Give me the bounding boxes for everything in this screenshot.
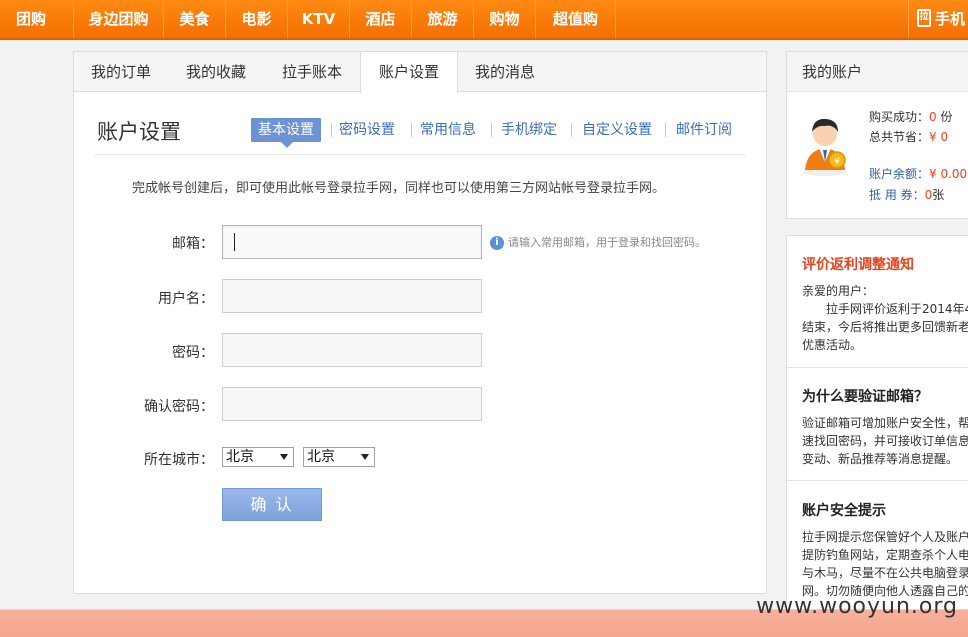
confirm-password-field[interactable] xyxy=(222,387,482,421)
subtab-separator xyxy=(331,123,332,137)
password-field[interactable] xyxy=(222,333,482,367)
notice-divider xyxy=(787,480,968,481)
notice-rebate-line: 结束，今后将推出更多回馈新老 xyxy=(802,320,968,334)
nav-item-nearby[interactable]: 身边团购 xyxy=(74,0,164,38)
username-field[interactable] xyxy=(222,279,482,313)
phone-icon: 拉 xyxy=(917,8,931,27)
tab-bar: 我的订单 我的收藏 拉手账本 账户设置 我的消息 xyxy=(74,52,766,93)
email-hint-text: 请输入常用邮箱，用于登录和找回密码。 xyxy=(508,236,706,249)
subtab-phone-binding[interactable]: 手机绑定 xyxy=(501,118,557,142)
purchase-count: 购买成功：0 份 xyxy=(869,110,953,124)
svg-text:¥: ¥ xyxy=(834,157,840,167)
notices-box: 评价返利调整通知 亲爱的用户： 拉手网评价返利于2014年4 结束，今后将推出更… xyxy=(786,235,968,615)
tab-my-favorites[interactable]: 我的收藏 xyxy=(168,52,264,92)
nav-item-movie[interactable]: 电影 xyxy=(226,0,288,38)
voucher-count[interactable]: 抵 用 券：0张 xyxy=(869,186,944,203)
nav-mobile[interactable]: 拉手机 xyxy=(908,0,968,38)
notice-verify-email-line: 验证邮箱可增加账户安全性，帮 xyxy=(802,416,968,430)
nav-mobile-label: 手机 xyxy=(935,10,966,28)
province-selected: 北京 xyxy=(226,449,254,465)
city-label: 所在城市： xyxy=(144,452,214,468)
password-label: 密码： xyxy=(172,345,214,361)
email-label: 邮箱： xyxy=(172,236,214,252)
dropdown-arrow-icon xyxy=(361,454,369,460)
notice-rebate-line: 亲爱的用户： xyxy=(802,284,875,298)
account-balance[interactable]: 账户余额：¥ 0.00 xyxy=(869,165,967,182)
nav-item-hotel[interactable]: 酒店 xyxy=(350,0,412,38)
nav-item-value[interactable]: 超值购 xyxy=(536,0,616,38)
notice-security-line: 与木马，尽量不在公共电脑登录 xyxy=(802,566,968,580)
notice-security-line: 拉手网提示您保管好个人及账户 xyxy=(802,530,968,544)
my-account-box: 我的账户 ¥ 购买成功：0 份 总共节省：¥ 0 账户余额：¥ 0.00 抵 用… xyxy=(786,51,968,219)
confirm-button[interactable]: 确 认 xyxy=(222,488,322,521)
notice-rebate-line: 拉手网评价返利于2014年4 xyxy=(802,302,968,316)
dropdown-arrow-icon xyxy=(280,454,288,460)
tab-lashou-ledger[interactable]: 拉手账本 xyxy=(264,52,360,92)
tab-my-messages[interactable]: 我的消息 xyxy=(458,52,552,92)
nav-item-travel[interactable]: 旅游 xyxy=(412,0,474,38)
watermark: www.wooyun.org xyxy=(756,594,958,619)
email-hint: i 请输入常用邮箱，用于登录和找回密码。 xyxy=(490,234,706,250)
tab-account-settings[interactable]: 账户设置 xyxy=(360,52,458,93)
nav-item-shopping[interactable]: 购物 xyxy=(474,0,536,38)
subtab-basic[interactable]: 基本设置 xyxy=(251,118,321,148)
top-nav: 团购 身边团购 美食 电影 KTV 酒店 旅游 购物 超值购 拉手机 xyxy=(0,0,968,40)
subtab-separator xyxy=(665,123,666,137)
nav-item-ktv[interactable]: KTV xyxy=(288,0,350,38)
my-account-title: 我的账户 xyxy=(787,52,968,92)
city-selected: 北京 xyxy=(307,449,335,465)
subtab-separator xyxy=(411,123,412,137)
subtab-common-info[interactable]: 常用信息 xyxy=(420,118,476,142)
account-settings-panel: 我的订单 我的收藏 拉手账本 账户设置 我的消息 账户设置 基本设置 密码设置 … xyxy=(73,51,767,594)
nav-item-tuangou[interactable]: 团购 xyxy=(0,0,74,38)
subtab-email-subscription[interactable]: 邮件订阅 xyxy=(676,118,732,142)
text-caret xyxy=(234,233,235,251)
notice-verify-email-title: 为什么要验证邮箱？ xyxy=(802,389,928,405)
subtab-separator xyxy=(571,123,572,137)
info-icon: i xyxy=(490,236,504,250)
avatar: ¥ xyxy=(803,118,847,176)
page-title: 账户设置 xyxy=(97,120,181,144)
title-divider xyxy=(94,154,746,155)
subtab-separator xyxy=(491,123,492,137)
confirm-password-label: 确认密码： xyxy=(144,399,214,415)
notice-rebate-line: 优惠活动。 xyxy=(802,338,863,352)
notice-rebate-title[interactable]: 评价返利调整通知 xyxy=(802,254,914,274)
intro-text: 完成帐号创建后，即可使用此帐号登录拉手网，同样也可以使用第三方网站帐号登录拉手网… xyxy=(132,181,666,196)
total-saved: 总共节省：¥ 0 xyxy=(869,130,949,144)
notice-verify-email-line: 变动、新品推荐等消息提醒。 xyxy=(802,452,959,466)
notice-security-line: 提防钓鱼网站，定期查杀个人电 xyxy=(802,548,968,562)
notice-divider xyxy=(787,367,968,368)
subtab-password[interactable]: 密码设置 xyxy=(339,118,395,142)
notice-security-title: 账户安全提示 xyxy=(802,503,886,519)
nav-item-food[interactable]: 美食 xyxy=(164,0,226,38)
city-select[interactable]: 北京 xyxy=(303,447,375,467)
username-label: 用户名： xyxy=(158,291,214,307)
email-field[interactable] xyxy=(222,225,482,259)
province-select[interactable]: 北京 xyxy=(222,447,294,467)
notice-verify-email-line: 速找回密码，并可接收订单信息 xyxy=(802,434,968,448)
subtab-custom-settings[interactable]: 自定义设置 xyxy=(582,118,652,142)
tab-my-orders[interactable]: 我的订单 xyxy=(74,52,168,92)
